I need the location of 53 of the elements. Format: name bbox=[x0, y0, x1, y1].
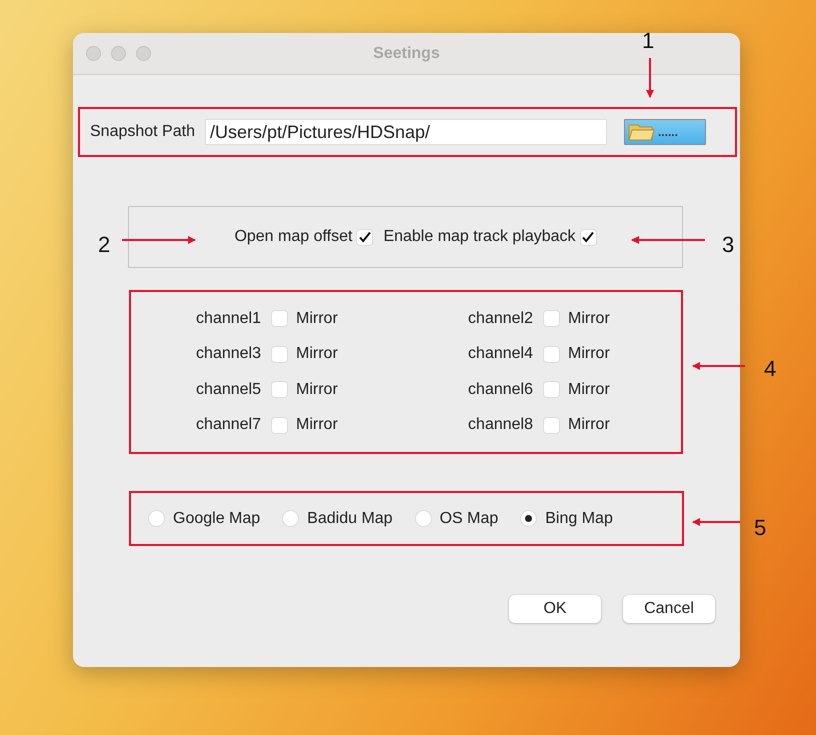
annotation-number: 4 bbox=[764, 356, 776, 382]
radio-label: Google Map bbox=[173, 510, 260, 528]
checkbox[interactable] bbox=[271, 381, 288, 398]
dialog-button[interactable]: OK bbox=[509, 595, 601, 623]
checkbox-label: Mirror bbox=[296, 380, 338, 399]
checkbox[interactable] bbox=[356, 228, 374, 246]
channel-label: channel2 bbox=[467, 310, 533, 328]
radio-label: Badidu Map bbox=[307, 510, 393, 528]
checkbox[interactable] bbox=[580, 228, 597, 246]
radio-button[interactable] bbox=[282, 510, 300, 527]
checkbox[interactable] bbox=[543, 416, 560, 434]
checkbox-label: Mirror bbox=[568, 345, 610, 364]
annotation-number: 2 bbox=[98, 232, 110, 258]
annotation-number: 3 bbox=[722, 232, 734, 258]
channel-label: channel7 bbox=[195, 416, 261, 434]
checkbox-label: Mirror bbox=[296, 416, 338, 434]
checkbox-label: Mirror bbox=[568, 416, 610, 434]
checkbox-label: Open map offset bbox=[234, 228, 352, 246]
channel-label: channel1 bbox=[195, 310, 261, 328]
radio-label: Bing Map bbox=[545, 510, 613, 528]
minimize-button[interactable] bbox=[111, 46, 126, 61]
annotation-arrow bbox=[646, 58, 654, 98]
channel-label: channel5 bbox=[195, 380, 261, 399]
snapshot-path-field[interactable]: /Users/pt/Pictures/HDSnap/ bbox=[204, 119, 607, 145]
checkbox-label: Mirror bbox=[296, 345, 338, 364]
checkbox[interactable] bbox=[271, 416, 288, 434]
channel-label: channel3 bbox=[195, 345, 261, 364]
zoom-button[interactable] bbox=[136, 46, 151, 61]
annotation-arrow bbox=[692, 362, 745, 370]
channel-label: channel6 bbox=[467, 380, 533, 399]
checkbox[interactable] bbox=[271, 346, 288, 363]
annotation-number: 5 bbox=[754, 515, 766, 541]
radio-button[interactable] bbox=[520, 510, 538, 527]
checkbox-label: Enable map track playback bbox=[383, 228, 576, 246]
checkbox[interactable] bbox=[543, 381, 560, 398]
checkbox-label: Mirror bbox=[296, 310, 338, 328]
checkbox[interactable] bbox=[543, 346, 560, 363]
browse-button[interactable]: ...... bbox=[624, 119, 706, 145]
close-button[interactable] bbox=[86, 46, 101, 61]
radio-button[interactable] bbox=[148, 510, 165, 527]
checkbox[interactable] bbox=[271, 310, 288, 328]
checkbox[interactable] bbox=[543, 310, 560, 328]
channel-label: channel8 bbox=[467, 416, 533, 434]
radio-label: OS Map bbox=[440, 510, 498, 528]
checkbox-label: Mirror bbox=[568, 310, 610, 328]
annotation-number: 1 bbox=[642, 28, 654, 54]
checkbox-label: Mirror bbox=[568, 380, 610, 399]
radio-button[interactable] bbox=[414, 510, 432, 527]
channel-label: channel4 bbox=[467, 345, 533, 364]
window-title: Seetings bbox=[373, 44, 440, 62]
annotation-arrow bbox=[692, 518, 740, 526]
dialog-button[interactable]: Cancel bbox=[623, 595, 715, 623]
snapshot-path-label: Snapshot Path bbox=[90, 123, 195, 141]
